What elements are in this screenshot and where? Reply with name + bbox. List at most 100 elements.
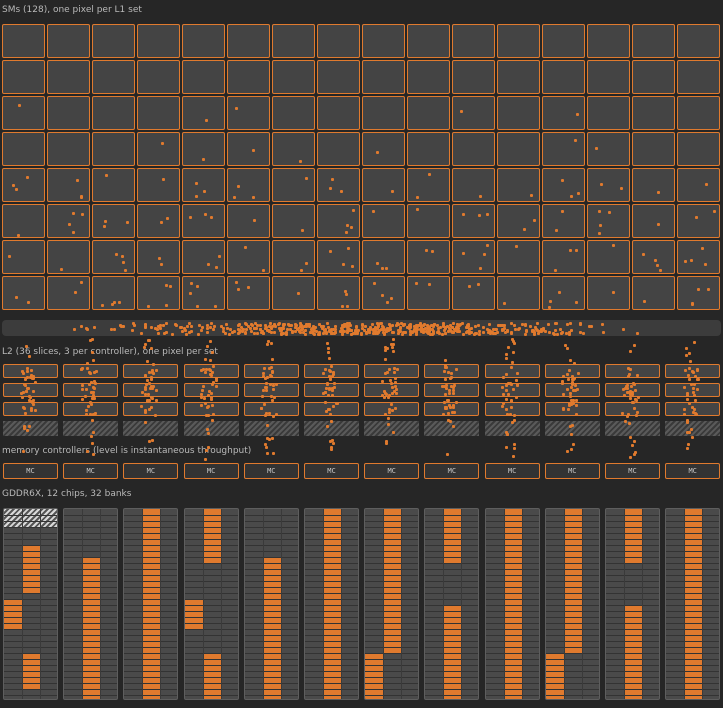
sm-cell xyxy=(407,132,450,166)
l2-hatch xyxy=(123,421,179,436)
bank-divider xyxy=(365,629,419,630)
memory-controller: MC xyxy=(665,463,721,479)
bank-divider xyxy=(485,587,539,588)
l2-slice xyxy=(243,364,299,378)
l2-slice xyxy=(605,364,660,378)
l2-group xyxy=(183,364,239,436)
bank-divider xyxy=(4,551,57,552)
sm-cell xyxy=(497,240,540,274)
traffic-dot xyxy=(628,435,632,439)
bank-divider xyxy=(485,629,539,630)
bank-divider xyxy=(244,641,298,642)
sm-cell xyxy=(2,168,45,202)
bank-divider xyxy=(4,677,57,678)
sm-cell xyxy=(182,240,225,274)
bank-divider xyxy=(545,539,599,540)
sm-cell xyxy=(227,240,270,274)
bank-divider xyxy=(184,677,238,678)
chip-column-divider xyxy=(262,509,264,699)
bank-divider xyxy=(425,563,479,564)
traffic-dot xyxy=(327,347,331,351)
bank-divider xyxy=(365,575,419,576)
l2-slice xyxy=(665,402,721,416)
bank-divider xyxy=(365,599,419,600)
sm-cell xyxy=(362,240,405,274)
traffic-dot xyxy=(504,352,508,356)
bank-divider xyxy=(425,683,479,684)
sm-cell xyxy=(92,204,135,238)
sm-cell xyxy=(587,276,630,310)
dram-chip xyxy=(364,508,420,700)
bank-divider xyxy=(666,617,720,618)
sm-cell xyxy=(317,276,360,310)
bank-divider xyxy=(244,689,298,690)
l2-hatch xyxy=(424,421,480,436)
bank-divider xyxy=(365,659,419,660)
bank-divider xyxy=(485,515,539,516)
bank-divider xyxy=(425,677,479,678)
l2-slice xyxy=(605,383,660,397)
sm-cell xyxy=(362,276,405,310)
bank-divider xyxy=(244,623,298,624)
bank-divider xyxy=(64,575,118,576)
bank-divider xyxy=(305,575,358,576)
sm-cell xyxy=(587,96,630,130)
bank-activity xyxy=(624,509,642,563)
bank-divider xyxy=(425,671,479,672)
traffic-dot xyxy=(628,456,632,460)
chip-column-divider xyxy=(581,509,583,699)
bank-divider xyxy=(64,545,118,546)
traffic-dot xyxy=(446,452,450,456)
sm-cell xyxy=(272,276,315,310)
sm-cell xyxy=(317,204,360,238)
bank-divider xyxy=(365,671,419,672)
bank-divider xyxy=(4,515,57,516)
l2-slice xyxy=(665,364,721,378)
sm-cell xyxy=(452,96,495,130)
bank-divider xyxy=(365,581,419,582)
bank-divider xyxy=(305,521,358,522)
sm-cell xyxy=(137,240,180,274)
bank-divider xyxy=(305,671,358,672)
bank-divider xyxy=(545,545,599,546)
bank-divider xyxy=(305,581,358,582)
bank-divider xyxy=(305,599,358,600)
bank-divider xyxy=(485,545,539,546)
bank-divider xyxy=(244,653,298,654)
l2-group xyxy=(63,364,119,436)
l2-slice xyxy=(364,383,420,397)
bank-divider xyxy=(124,671,178,672)
traffic-dot xyxy=(89,338,93,342)
bank-divider xyxy=(64,635,118,636)
bank-divider xyxy=(545,521,599,522)
bank-divider xyxy=(64,629,118,630)
traffic-dot xyxy=(389,342,393,346)
traffic-dot xyxy=(505,446,509,449)
sm-cell xyxy=(317,60,360,94)
sm-cell xyxy=(227,60,270,94)
bank-divider xyxy=(606,659,659,660)
bank-divider xyxy=(485,665,539,666)
traffic-dot xyxy=(332,441,336,445)
bank-activity xyxy=(202,509,221,563)
traffic-dot xyxy=(686,443,690,447)
bank-divider xyxy=(244,617,298,618)
traffic-dot xyxy=(511,351,515,355)
bank-divider xyxy=(64,623,118,624)
bank-divider xyxy=(184,647,238,648)
bank-divider xyxy=(184,599,238,600)
bank-divider xyxy=(184,557,238,558)
bank-divider xyxy=(124,587,178,588)
memory-controller: MC xyxy=(364,463,420,479)
bank-divider xyxy=(666,623,720,624)
bank-divider xyxy=(545,689,599,690)
bank-divider xyxy=(485,581,539,582)
sm-cell xyxy=(452,24,495,58)
sm-cell xyxy=(182,24,225,58)
bank-divider xyxy=(485,677,539,678)
bank-divider xyxy=(64,677,118,678)
bank-divider xyxy=(244,569,298,570)
bank-divider xyxy=(124,515,178,516)
bank-divider xyxy=(666,593,720,594)
bank-divider xyxy=(305,683,358,684)
